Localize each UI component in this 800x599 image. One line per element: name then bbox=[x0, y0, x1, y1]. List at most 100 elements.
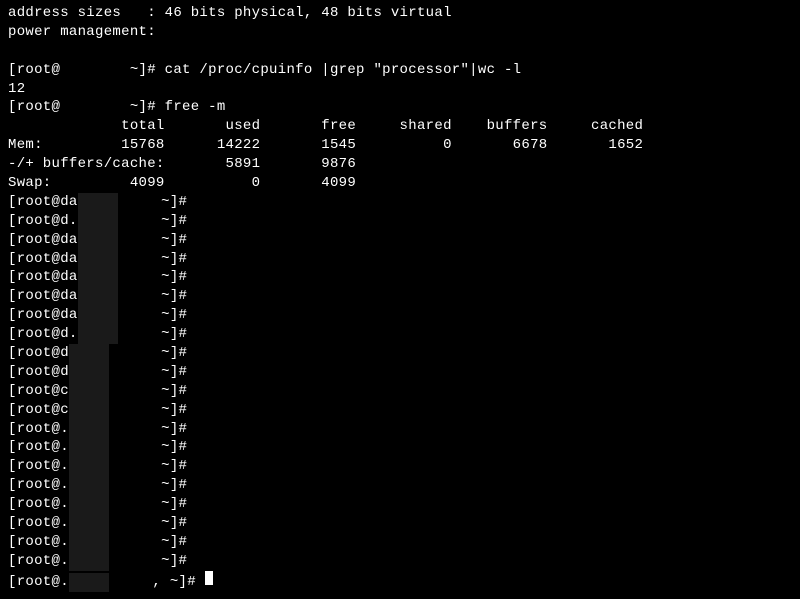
redacted-hostname: xx bbox=[78, 287, 118, 306]
prompt-left: [root@d bbox=[8, 344, 69, 363]
prompt-right: ~]# bbox=[109, 476, 187, 495]
prompt-right: ~]# bbox=[109, 401, 187, 420]
empty-prompt: [root@.xx ~]# bbox=[8, 420, 792, 439]
prompt-left: [root@da bbox=[8, 268, 78, 287]
prompt-right: ~]# bbox=[109, 552, 187, 571]
empty-prompt: [root@.xx ~]# bbox=[8, 552, 792, 571]
prompt-right: ~]# bbox=[109, 495, 187, 514]
redacted-hostname: xx bbox=[69, 363, 109, 382]
prompt-left: [root@da bbox=[8, 306, 78, 325]
prompt-left: [root@c bbox=[8, 382, 69, 401]
redacted-hostname: xx bbox=[78, 325, 118, 344]
prompt-left: [root@. bbox=[8, 438, 69, 457]
prompt-left: [root@. bbox=[8, 420, 69, 439]
prompt: [root@ ~]# bbox=[8, 62, 165, 78]
prompt-right: , ~]# bbox=[109, 573, 205, 592]
prompt-right: ~]# bbox=[118, 212, 188, 231]
empty-prompt: [root@.xx ~]# bbox=[8, 514, 792, 533]
empty-prompt: [root@daxx ~]# bbox=[8, 306, 792, 325]
prompt: [root@ ~]# bbox=[8, 99, 165, 115]
empty-prompt: [root@.xx ~]# bbox=[8, 438, 792, 457]
prompt-left: [root@. bbox=[8, 476, 69, 495]
prompt-right: ~]# bbox=[118, 268, 188, 287]
empty-prompt: [root@.xx ~]# bbox=[8, 533, 792, 552]
redacted-hostname: xx bbox=[78, 306, 118, 325]
blank-line bbox=[8, 42, 792, 61]
redacted-hostname: xx bbox=[69, 382, 109, 401]
free-header: total used free shared buffers cached bbox=[8, 117, 792, 136]
prompt-left: [root@. bbox=[8, 552, 69, 571]
prompt-right: ~]# bbox=[118, 231, 188, 250]
prompt-left: [root@. bbox=[8, 457, 69, 476]
redacted-hostname: xx bbox=[78, 212, 118, 231]
redacted-hostname: xx bbox=[78, 231, 118, 250]
empty-prompt: [root@.xx ~]# bbox=[8, 457, 792, 476]
redacted-hostname: xx bbox=[69, 476, 109, 495]
prompt-left: [root@d. bbox=[8, 325, 78, 344]
cmd-cat-cpuinfo: [root@ ~]# cat /proc/cpuinfo |grep "proc… bbox=[8, 61, 792, 80]
redacted-hostname: xx bbox=[69, 573, 109, 592]
redacted-hostname: xx bbox=[69, 533, 109, 552]
prompt-left: [root@da bbox=[8, 250, 78, 269]
empty-prompt: [root@.xx ~]# bbox=[8, 495, 792, 514]
redacted-hostname: xx bbox=[69, 401, 109, 420]
redacted-hostname: xx bbox=[69, 420, 109, 439]
empty-prompt: [root@dxx ~]# bbox=[8, 363, 792, 382]
cpuinfo-address-sizes: address sizes : 46 bits physical, 48 bit… bbox=[8, 4, 792, 23]
prompt-left: [root@. bbox=[8, 533, 69, 552]
command-text: free -m bbox=[165, 99, 226, 115]
cpuinfo-power-mgmt: power management: bbox=[8, 23, 792, 42]
empty-prompt: [root@cxx ~]# bbox=[8, 382, 792, 401]
empty-prompt: [root@daxx ~]# bbox=[8, 268, 792, 287]
empty-prompt: [root@.xx ~]# bbox=[8, 476, 792, 495]
empty-prompt: [root@d.xx ~]# bbox=[8, 212, 792, 231]
redacted-hostname: xx bbox=[69, 344, 109, 363]
prompt-left: [root@da bbox=[8, 231, 78, 250]
prompt-right: ~]# bbox=[109, 363, 187, 382]
prompt-left: [root@d bbox=[8, 363, 69, 382]
terminal-output[interactable]: address sizes : 46 bits physical, 48 bit… bbox=[8, 4, 792, 592]
prompt-left: [root@da bbox=[8, 193, 78, 212]
prompt-left: [root@c bbox=[8, 401, 69, 420]
empty-prompts-block: [root@daxx ~]#[root@d.xx ~]#[root@daxx ~… bbox=[8, 193, 792, 571]
redacted-hostname: xx bbox=[78, 193, 118, 212]
cat-cpuinfo-output: 12 bbox=[8, 80, 792, 99]
redacted-hostname: xx bbox=[78, 250, 118, 269]
prompt-right: ~]# bbox=[118, 193, 188, 212]
prompt-right: ~]# bbox=[109, 514, 187, 533]
prompt-right: ~]# bbox=[118, 306, 188, 325]
prompt-left: [root@. bbox=[8, 495, 69, 514]
redacted-hostname: xx bbox=[69, 438, 109, 457]
prompt-right: ~]# bbox=[109, 533, 187, 552]
redacted-hostname: xx bbox=[78, 268, 118, 287]
empty-prompt: [root@dxx ~]# bbox=[8, 344, 792, 363]
free-mem-row: Mem: 15768 14222 1545 0 6678 1652 bbox=[8, 136, 792, 155]
prompt-right: ~]# bbox=[109, 420, 187, 439]
cursor-icon bbox=[205, 571, 213, 585]
prompt-right: ~]# bbox=[109, 382, 187, 401]
prompt-right: ~]# bbox=[118, 250, 188, 269]
prompt-right: ~]# bbox=[109, 438, 187, 457]
prompt-left: [root@da bbox=[8, 287, 78, 306]
prompt-right: ~]# bbox=[118, 325, 188, 344]
redacted-hostname: xx bbox=[69, 457, 109, 476]
cmd-free: [root@ ~]# free -m bbox=[8, 98, 792, 117]
empty-prompt: [root@daxx ~]# bbox=[8, 193, 792, 212]
redacted-hostname: xx bbox=[69, 514, 109, 533]
prompt-right: ~]# bbox=[109, 344, 187, 363]
prompt-left: [root@. bbox=[8, 573, 69, 592]
prompt-left: [root@d. bbox=[8, 212, 78, 231]
current-prompt[interactable]: [root@.xx , ~]# bbox=[8, 571, 792, 592]
redacted-hostname: xx bbox=[69, 495, 109, 514]
empty-prompt: [root@cxx ~]# bbox=[8, 401, 792, 420]
prompt-right: ~]# bbox=[118, 287, 188, 306]
free-swap-row: Swap: 4099 0 4099 bbox=[8, 174, 792, 193]
prompt-right: ~]# bbox=[109, 457, 187, 476]
empty-prompt: [root@daxx ~]# bbox=[8, 287, 792, 306]
command-text: cat /proc/cpuinfo |grep "processor"|wc -… bbox=[165, 62, 522, 78]
redacted-hostname: xx bbox=[69, 552, 109, 571]
free-buffers-row: -/+ buffers/cache: 5891 9876 bbox=[8, 155, 792, 174]
empty-prompt: [root@d.xx ~]# bbox=[8, 325, 792, 344]
empty-prompt: [root@daxx ~]# bbox=[8, 250, 792, 269]
empty-prompt: [root@daxx ~]# bbox=[8, 231, 792, 250]
